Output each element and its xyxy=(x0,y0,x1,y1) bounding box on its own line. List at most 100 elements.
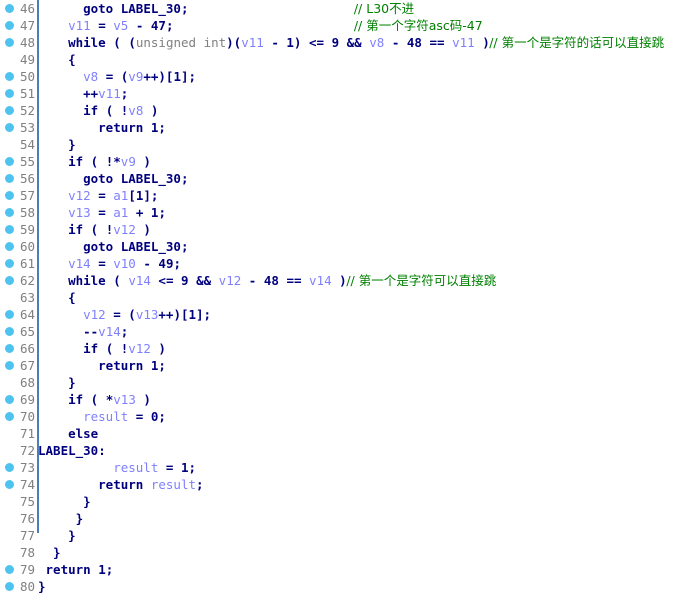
code-line[interactable]: 73 result = 1; xyxy=(0,459,700,476)
code-text[interactable]: v12 = a1[1]; xyxy=(68,187,158,204)
line-gutter[interactable]: 56 xyxy=(0,170,37,187)
code-text[interactable]: ++v11; xyxy=(83,85,128,102)
code-line[interactable]: 64 v12 = (v13++)[1]; xyxy=(0,306,700,323)
code-line[interactable]: 59 if ( !v12 ) xyxy=(0,221,700,238)
line-gutter[interactable]: 80 xyxy=(0,578,37,595)
code-comment[interactable]: // 第一个是字符可以直接跳 xyxy=(346,272,496,289)
code-text[interactable]: v12 = (v13++)[1]; xyxy=(83,306,211,323)
code-text[interactable]: v8 = (v9++)[1]; xyxy=(83,68,196,85)
code-text[interactable]: if ( !*v9 ) xyxy=(68,153,151,170)
code-text[interactable]: else xyxy=(68,425,98,442)
line-gutter[interactable]: 64 xyxy=(0,306,37,323)
line-gutter[interactable]: 69 xyxy=(0,391,37,408)
line-gutter[interactable]: 75 xyxy=(0,493,37,510)
code-text[interactable]: while ( (unsigned int)(v11 - 1) <= 9 && … xyxy=(68,34,490,51)
breakpoint-dot-icon[interactable] xyxy=(5,225,14,234)
breakpoint-dot-icon[interactable] xyxy=(5,412,14,421)
code-text[interactable]: if ( !v8 ) xyxy=(83,102,158,119)
line-gutter[interactable]: 71 xyxy=(0,425,37,442)
line-gutter[interactable]: 61 xyxy=(0,255,37,272)
line-gutter[interactable]: 72 xyxy=(0,442,37,459)
code-text[interactable]: } xyxy=(53,544,61,561)
breakpoint-dot-icon[interactable] xyxy=(5,480,14,489)
code-line[interactable]: 77} xyxy=(0,527,700,544)
code-comment[interactable]: // 第一个字符asc码-47 xyxy=(354,17,483,34)
code-line[interactable]: 75} xyxy=(0,493,700,510)
breakpoint-dot-icon[interactable] xyxy=(5,395,14,404)
code-text[interactable]: return 1; xyxy=(98,357,166,374)
line-gutter[interactable]: 68 xyxy=(0,374,37,391)
code-text[interactable]: } xyxy=(76,510,84,527)
code-line[interactable]: 71 else xyxy=(0,425,700,442)
code-text[interactable]: return 1; xyxy=(46,561,114,578)
pseudocode-editor[interactable]: 46 goto LABEL_30; // L30不进 47 v11 = v5 - 47;… xyxy=(0,0,700,594)
line-gutter[interactable]: 79 xyxy=(0,561,37,578)
breakpoint-dot-icon[interactable] xyxy=(5,582,14,591)
code-text[interactable]: } xyxy=(68,527,76,544)
breakpoint-dot-icon[interactable] xyxy=(5,38,14,47)
code-line[interactable]: 51 ++v11; xyxy=(0,85,700,102)
breakpoint-dot-icon[interactable] xyxy=(5,157,14,166)
line-gutter[interactable]: 55 xyxy=(0,153,37,170)
code-text[interactable]: v11 = v5 - 47; xyxy=(68,17,173,34)
line-gutter[interactable]: 50 xyxy=(0,68,37,85)
code-text[interactable]: goto LABEL_30; xyxy=(83,0,188,17)
code-text[interactable]: if ( *v13 ) xyxy=(68,391,151,408)
line-gutter[interactable]: 60 xyxy=(0,238,37,255)
breakpoint-dot-icon[interactable] xyxy=(5,259,14,268)
code-comment[interactable]: // 第一个是字符的话可以直接跳 xyxy=(489,34,664,51)
code-line[interactable]: 72 LABEL_30: xyxy=(0,442,700,459)
code-line[interactable]: 57 v12 = a1[1]; xyxy=(0,187,700,204)
breakpoint-dot-icon[interactable] xyxy=(5,276,14,285)
line-gutter[interactable]: 48 xyxy=(0,34,37,51)
breakpoint-dot-icon[interactable] xyxy=(5,106,14,115)
line-gutter[interactable]: 54 xyxy=(0,136,37,153)
code-line[interactable]: 74 return result; xyxy=(0,476,700,493)
code-line[interactable]: 49 { xyxy=(0,51,700,68)
code-line[interactable]: 63 { xyxy=(0,289,700,306)
code-line[interactable]: 46 goto LABEL_30; // L30不进 xyxy=(0,0,700,17)
breakpoint-dot-icon[interactable] xyxy=(5,242,14,251)
code-text[interactable]: while ( v14 <= 9 && v12 - 48 == v14 ) xyxy=(68,272,347,289)
code-text[interactable]: LABEL_30: xyxy=(38,442,106,459)
code-text[interactable]: return 1; xyxy=(98,119,166,136)
breakpoint-dot-icon[interactable] xyxy=(5,123,14,132)
line-gutter[interactable]: 53 xyxy=(0,119,37,136)
code-line[interactable]: 69 if ( *v13 ) xyxy=(0,391,700,408)
code-text[interactable]: v13 = a1 + 1; xyxy=(68,204,166,221)
line-gutter[interactable]: 67 xyxy=(0,357,37,374)
code-line[interactable]: 52 if ( !v8 ) xyxy=(0,102,700,119)
code-text[interactable]: --v14; xyxy=(83,323,128,340)
code-line[interactable]: 61 v14 = v10 - 49; xyxy=(0,255,700,272)
code-text[interactable]: if ( !v12 ) xyxy=(68,221,151,238)
breakpoint-dot-icon[interactable] xyxy=(5,344,14,353)
code-text[interactable]: v14 = v10 - 49; xyxy=(68,255,181,272)
breakpoint-dot-icon[interactable] xyxy=(5,174,14,183)
code-comment[interactable]: // L30不进 xyxy=(354,0,414,17)
line-gutter[interactable]: 59 xyxy=(0,221,37,238)
code-text[interactable]: return result; xyxy=(98,476,203,493)
code-line[interactable]: 54} xyxy=(0,136,700,153)
line-gutter[interactable]: 51 xyxy=(0,85,37,102)
line-gutter[interactable]: 66 xyxy=(0,340,37,357)
code-line[interactable]: 79 return 1; xyxy=(0,561,700,578)
line-gutter[interactable]: 73 xyxy=(0,459,37,476)
line-gutter[interactable]: 46 xyxy=(0,0,37,17)
line-gutter[interactable]: 47 xyxy=(0,17,37,34)
breakpoint-dot-icon[interactable] xyxy=(5,208,14,217)
code-text[interactable]: goto LABEL_30; xyxy=(83,238,188,255)
breakpoint-dot-icon[interactable] xyxy=(5,565,14,574)
breakpoint-dot-icon[interactable] xyxy=(5,89,14,98)
code-text[interactable]: } xyxy=(68,136,76,153)
code-line[interactable]: 78} xyxy=(0,544,700,561)
breakpoint-dot-icon[interactable] xyxy=(5,327,14,336)
breakpoint-dot-icon[interactable] xyxy=(5,463,14,472)
line-gutter[interactable]: 63 xyxy=(0,289,37,306)
breakpoint-dot-icon[interactable] xyxy=(5,21,14,30)
code-line[interactable]: 50 v8 = (v9++)[1]; xyxy=(0,68,700,85)
line-gutter[interactable]: 49 xyxy=(0,51,37,68)
code-line[interactable]: 62 while ( v14 <= 9 && v12 - 48 == v14 ) /… xyxy=(0,272,700,289)
line-gutter[interactable]: 76 xyxy=(0,510,37,527)
code-line[interactable]: 55 if ( !*v9 ) xyxy=(0,153,700,170)
code-line[interactable]: 76} xyxy=(0,510,700,527)
